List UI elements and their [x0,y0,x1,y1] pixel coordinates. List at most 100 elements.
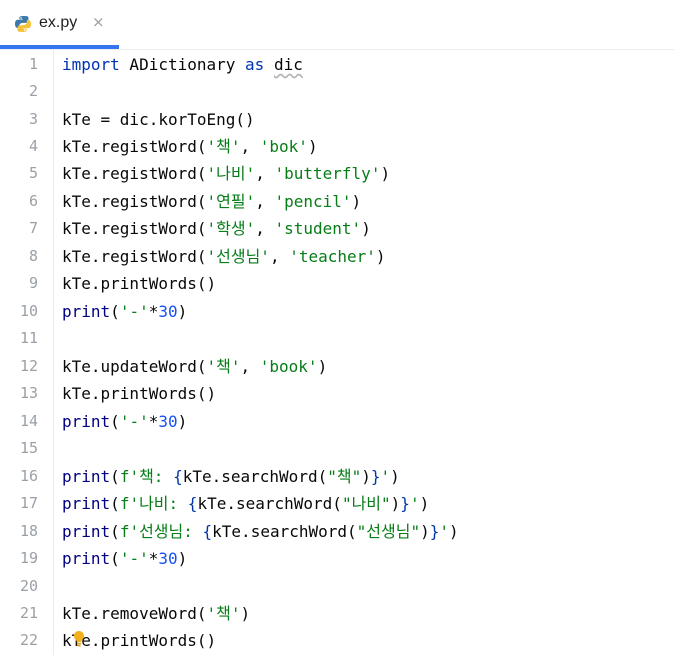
code-line-11: 11 [0,325,674,352]
code-text: print(f'나비: {kTe.searchWord("나비")}') [62,490,429,517]
fstring: f'나비: [119,494,188,513]
paren: ) [317,357,328,376]
string-literal: '책' [206,137,241,156]
code-line-6: 6 kTe.registWord('연필', 'pencil') [0,188,674,215]
brace: { [173,467,183,486]
code-line-12: 12 kTe.updateWord('책', 'book') [0,353,674,380]
call: kTe.removeWord( [62,604,207,623]
paren: ) [390,467,400,486]
brace: } [400,494,410,513]
paren: ( [110,522,120,541]
code-text: kTe.removeWord('책') [62,600,250,627]
paren: ) [361,219,371,238]
code-line-10: 10 print('-'*30) [0,298,674,325]
paren: ) [307,137,318,156]
string-literal: 'pencil' [274,192,352,211]
string-literal: '책' [206,604,241,623]
line-number: 7 [28,219,38,237]
string-literal: 'teacher' [289,247,376,266]
line-number: 6 [28,192,38,210]
paren: ) [177,412,188,431]
code-text: kTe.registWord('책', 'bok') [62,133,318,160]
paren: ) [240,604,251,623]
operator: * [148,549,159,568]
builtin-print: print [62,302,111,321]
code-line-18: 18 print(f'선생님: {kTe.searchWord("선생님")}'… [0,518,674,545]
separator: , [255,219,275,238]
line-number: 21 [19,604,38,622]
close-icon[interactable]: × [92,13,105,31]
code-line-3: 3 kTe = dic.korToEng() [0,106,674,133]
lightbulb-icon[interactable] [72,630,86,648]
string-literal: 'book' [259,357,318,376]
paren: ) [390,494,401,513]
string-literal: '나비' [206,164,256,183]
paren: ) [375,247,386,266]
string-literal: 'student' [274,219,362,238]
code-text: kTe.updateWord('책', 'book') [62,353,327,380]
python-file-icon [15,16,31,32]
paren: ) [351,192,362,211]
line-number: 13 [19,384,38,402]
string-literal: '-' [119,549,149,568]
call: kTe.registWord( [62,247,207,266]
code-text: kTe = dic.korToEng() [62,110,255,129]
code-line-14: 14 print('-'*30) [0,408,674,435]
string-literal: '연필' [206,192,256,211]
call: kTe.searchWord( [182,467,328,486]
code-text: kTe.printWords() [62,274,217,293]
call: kTe.registWord( [62,164,207,183]
call: kTe.updateWord( [62,357,207,376]
fstring: ' [409,494,420,513]
code-line-7: 7 kTe.registWord('학생', 'student') [0,215,674,242]
paren: ( [110,494,120,513]
code-line-21: 21 kTe.removeWord('책') [0,600,674,627]
call: kTe.searchWord( [212,522,357,541]
fstring: ' [380,467,391,486]
line-number: 19 [19,549,38,567]
paren: ) [177,549,188,568]
code-text: print('-'*30) [62,408,187,435]
alias-name: dic [273,55,303,74]
code-line-1: 1 import ADictionary as dic [0,51,674,78]
line-number: 4 [28,137,38,155]
code-text: kTe.registWord('나비', 'butterfly') [62,160,390,187]
line-number: 15 [19,439,38,457]
string-literal: "책" [327,467,362,486]
code-line-4: 4 kTe.registWord('책', 'bok') [0,133,674,160]
string-literal: 'butterfly' [274,164,381,183]
code-line-2: 2 [0,78,674,105]
paren: ) [419,494,430,513]
code-text: print('-'*30) [62,298,187,325]
separator: , [240,137,260,156]
line-number: 1 [28,55,38,73]
code-text: kTe.printWords() [62,384,217,403]
code-line-17: 17 print(f'나비: {kTe.searchWord("나비")}') [0,490,674,517]
code-editor[interactable]: 1 import ADictionary as dic 2 3 kTe = di… [0,50,674,655]
string-literal: "선생님" [356,522,421,541]
fstring: f'책: [119,467,174,486]
brace: } [370,467,381,486]
builtin-print: print [62,494,111,513]
operator: * [148,302,159,321]
call: kTe.registWord( [62,192,207,211]
line-number: 16 [19,467,38,485]
code-line-15: 15 [0,435,674,462]
tab-ex-py[interactable]: ex.py × [0,0,119,49]
separator: , [255,192,275,211]
line-number: 11 [19,329,38,347]
code-line-22: 22 kTe.printWords() [0,627,674,654]
line-number: 3 [28,110,38,128]
number-literal: 30 [158,412,178,431]
string-literal: '-' [119,302,149,321]
line-number: 18 [19,522,38,540]
code-text: print('-'*30) [62,545,187,572]
string-literal: '책' [206,357,241,376]
builtin-print: print [62,412,111,431]
tab-label: ex.py [39,14,78,31]
code-line-16: 16 print(f'책: {kTe.searchWord("책")}') [0,463,674,490]
call: kTe.registWord( [62,137,207,156]
code-line-5: 5 kTe.registWord('나비', 'butterfly') [0,160,674,187]
line-number: 5 [28,164,38,182]
